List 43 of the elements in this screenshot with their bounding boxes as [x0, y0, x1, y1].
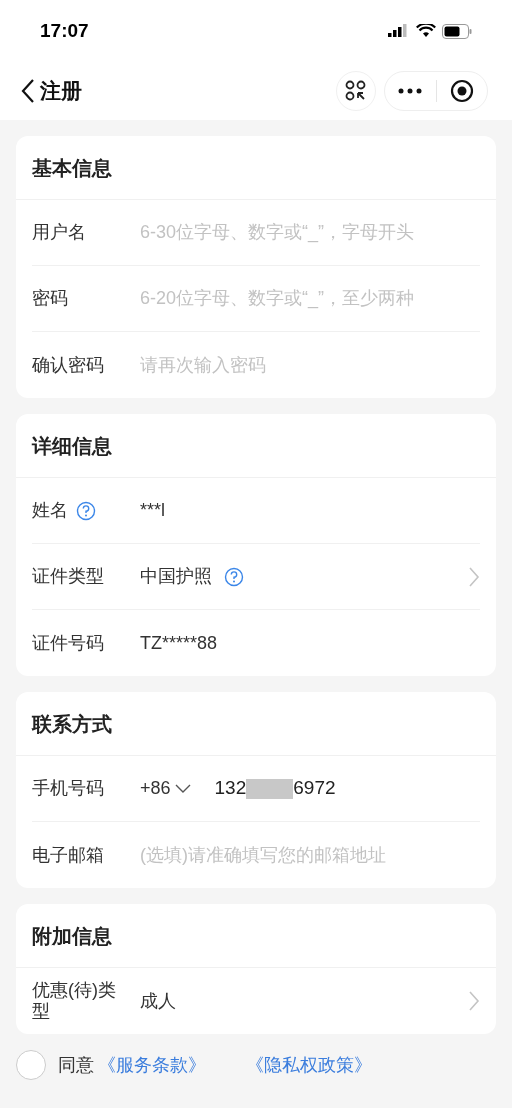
chevron-right-icon [468, 565, 480, 588]
field-label: 手机号码 [32, 778, 104, 799]
agreement-link[interactable]: 《隐私权政策》 [246, 1051, 372, 1079]
field-label: 证件类型 [32, 566, 104, 587]
field-label: 姓名 [32, 500, 68, 521]
section-title: 联系方式 [32, 711, 112, 737]
field-label: 用户名 [32, 222, 86, 243]
field-label: 电子邮箱 [32, 844, 104, 866]
field-value: 成人 [140, 989, 176, 1013]
field-label: 确认密码 [32, 354, 104, 376]
input-field[interactable]: 6-30位字母、数字或“_”，字母开头 [140, 219, 480, 246]
field-value: 中国护照 [140, 565, 212, 588]
field-value: TZ*****88 [140, 631, 218, 655]
field-value: ***l [140, 499, 165, 522]
four-circles-icon [345, 80, 367, 102]
agree-text: 同意 [58, 1053, 94, 1077]
phone-suffix-digits: 6972 [293, 776, 336, 801]
field-label: 证件号码 [32, 632, 104, 654]
input-field[interactable]: 请再次输入密码 [140, 351, 480, 379]
section-title: 附加信息 [32, 923, 112, 949]
input-field[interactable]: 6-20位字母、数字或“_”，至少两种 [140, 285, 480, 312]
agreement-link[interactable]: 《服务条款》 [98, 1051, 206, 1079]
field-label: 优惠(待)类型 [32, 980, 117, 1022]
signal-icon [388, 24, 410, 38]
phone-prefix-digits: 132 [214, 776, 247, 801]
help-icon[interactable] [224, 566, 244, 587]
help-icon[interactable] [76, 500, 96, 521]
back-icon[interactable] [20, 78, 36, 104]
redaction-mask [246, 778, 294, 799]
page-title: 注册 [40, 78, 82, 105]
section-title: 详细信息 [32, 433, 112, 459]
agree-checkbox[interactable] [16, 1050, 46, 1080]
input-field[interactable]: (选填)请准确填写您的邮箱地址 [140, 841, 480, 869]
field-label: 密码 [32, 288, 68, 309]
target-icon [449, 79, 474, 103]
battery-icon [442, 23, 472, 39]
section-title: 基本信息 [32, 155, 112, 181]
chevron-right-icon [468, 990, 480, 1012]
status-time: 17:07 [40, 18, 89, 43]
chevron-down-icon [174, 783, 191, 794]
country-code-dropdown[interactable]: +86 [140, 775, 191, 802]
more-icon [398, 88, 423, 94]
wifi-icon [416, 24, 436, 38]
